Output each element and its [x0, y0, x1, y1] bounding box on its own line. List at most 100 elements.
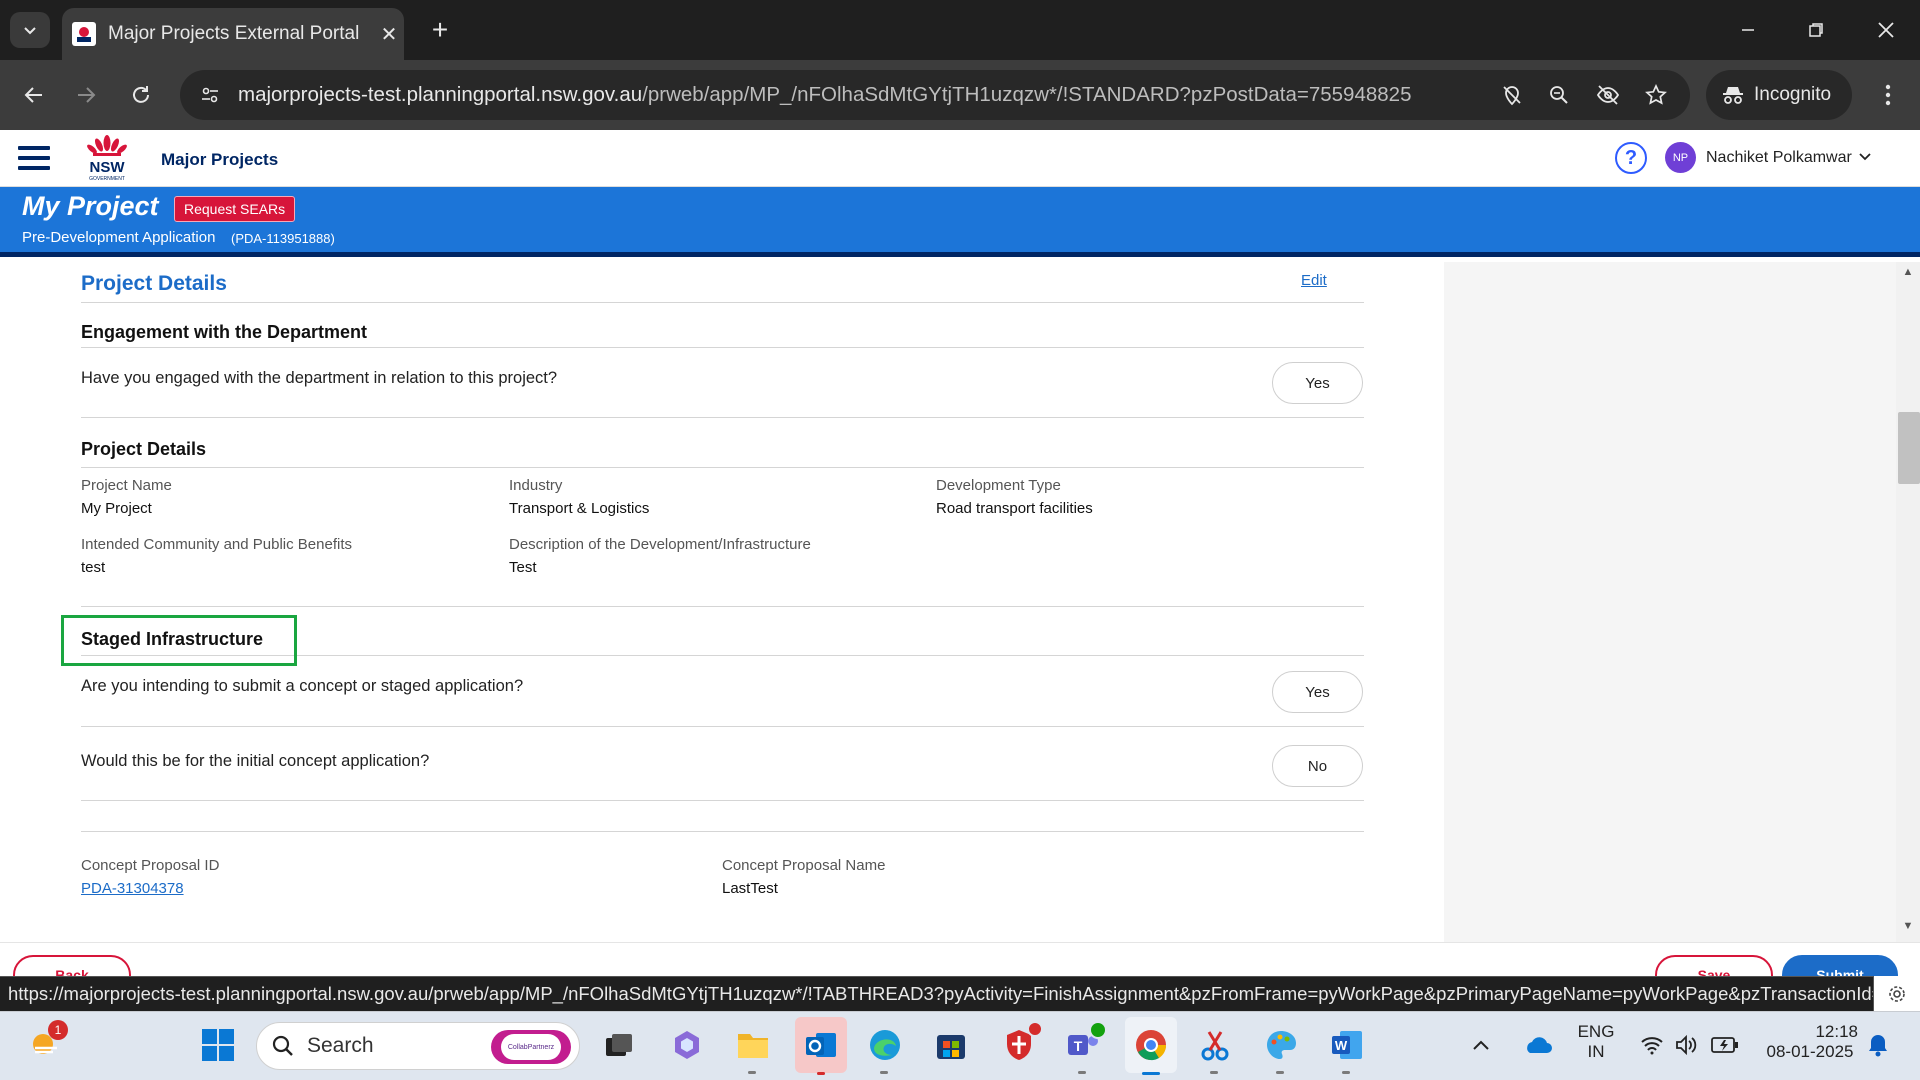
- divider: [81, 606, 1364, 607]
- arrow-right-icon: [78, 87, 96, 103]
- field-value-industry: Transport & Logistics: [509, 500, 650, 517]
- copilot-icon[interactable]: [665, 1023, 709, 1067]
- gear-icon[interactable]: [1874, 976, 1920, 1011]
- paint-icon[interactable]: [1259, 1023, 1303, 1074]
- tab-close-icon[interactable]: ✕: [374, 22, 404, 47]
- back-nav-button[interactable]: [16, 77, 52, 113]
- clock[interactable]: 12:18 08-01-2025: [1756, 1022, 1864, 1062]
- volume-icon[interactable]: [1672, 1023, 1700, 1067]
- close-window-button[interactable]: [1866, 12, 1906, 48]
- site-header: NSW GOVERNMENT Major Projects ? NP Nachi…: [0, 130, 1920, 187]
- staged-answer-2-no[interactable]: No: [1272, 745, 1363, 787]
- page-scrollbar[interactable]: [1896, 262, 1920, 942]
- user-name[interactable]: Nachiket Polkamwar: [1706, 149, 1852, 167]
- notification-bell-icon[interactable]: [1866, 1023, 1890, 1067]
- incognito-icon: [1723, 87, 1743, 104]
- hamburger-menu-icon[interactable]: [18, 146, 50, 172]
- location-off-icon[interactable]: [1494, 77, 1530, 113]
- security-shield-icon[interactable]: [997, 1021, 1043, 1067]
- application-type: Pre-Development Application: [22, 229, 216, 246]
- staged-answer-1-yes[interactable]: Yes: [1272, 671, 1363, 713]
- taskbar-search[interactable]: Search CollabPartnerz: [256, 1022, 580, 1070]
- tab-search-button[interactable]: [10, 12, 50, 48]
- wifi-icon[interactable]: [1638, 1023, 1666, 1067]
- concept-id-link[interactable]: PDA-31304378: [81, 880, 184, 897]
- divider: [81, 726, 1364, 727]
- search-badge-text: CollabPartnerz: [501, 1034, 561, 1060]
- microsoft-store-icon[interactable]: [929, 1023, 973, 1067]
- incognito-indicator[interactable]: Incognito: [1706, 70, 1852, 120]
- language-indicator[interactable]: ENG IN: [1572, 1022, 1620, 1062]
- more-vertical-icon: [1885, 84, 1891, 106]
- scroll-up-icon[interactable]: ▲: [1900, 266, 1916, 282]
- scrollbar-thumb[interactable]: [1898, 412, 1920, 484]
- nsw-government-logo[interactable]: NSW GOVERNMENT: [84, 134, 130, 184]
- restore-button[interactable]: [1796, 12, 1836, 48]
- word-icon[interactable]: W: [1325, 1023, 1369, 1074]
- tray-chevron-up-icon[interactable]: [1469, 1023, 1493, 1067]
- user-avatar[interactable]: NP: [1665, 142, 1696, 173]
- restore-icon: [1809, 23, 1823, 37]
- address-bar[interactable]: majorprojects-test.planningportal.nsw.go…: [180, 70, 1690, 120]
- minimize-button[interactable]: [1728, 12, 1768, 48]
- form-footer: Back Save Submit: [0, 942, 1920, 976]
- browser-menu-button[interactable]: [1870, 77, 1906, 113]
- windows-start-icon[interactable]: [196, 1023, 240, 1067]
- engagement-answer-yes[interactable]: Yes: [1272, 362, 1363, 404]
- application-id: (PDA-113951888): [231, 231, 335, 246]
- divider: [81, 347, 1364, 348]
- edit-link[interactable]: Edit: [1301, 272, 1327, 289]
- side-panel: [1444, 262, 1896, 942]
- project-title: My Project: [22, 191, 159, 221]
- help-icon[interactable]: ?: [1615, 142, 1647, 174]
- staged-question-1: Are you intending to submit a concept or…: [81, 677, 524, 695]
- engagement-question: Have you engaged with the department in …: [81, 369, 558, 387]
- onedrive-cloud-icon[interactable]: [1518, 1023, 1556, 1067]
- bookmark-star-icon[interactable]: [1638, 77, 1674, 113]
- site-info-icon[interactable]: [192, 77, 228, 113]
- back-button[interactable]: Back: [13, 955, 131, 976]
- save-button[interactable]: Save: [1655, 955, 1773, 976]
- reload-icon: [133, 86, 149, 103]
- divider: [81, 302, 1364, 303]
- logo-subtext: GOVERNMENT: [89, 176, 125, 182]
- minimize-icon: [1742, 29, 1754, 31]
- divider: [81, 467, 1364, 468]
- concept-id-label: Concept Proposal ID: [81, 857, 220, 874]
- status-bar-url: https://majorprojects-test.planningporta…: [0, 976, 1874, 1011]
- field-value-description: Test: [509, 559, 537, 576]
- chevron-down-icon[interactable]: [1857, 149, 1873, 165]
- tracking-off-eye-icon[interactable]: [1590, 77, 1626, 113]
- search-icon: [272, 1035, 293, 1056]
- snipping-tool-icon[interactable]: [1193, 1023, 1237, 1074]
- new-tab-button[interactable]: +: [422, 12, 458, 48]
- search-highlight-badge: CollabPartnerz: [491, 1030, 571, 1064]
- zoom-icon[interactable]: [1541, 77, 1577, 113]
- file-explorer-icon[interactable]: [731, 1023, 775, 1074]
- clock-time: 12:18: [1815, 1022, 1858, 1041]
- request-sears-button[interactable]: Request SEARs: [174, 196, 296, 222]
- status-available-icon: [1089, 1021, 1107, 1039]
- incognito-label: Incognito: [1754, 84, 1832, 105]
- browser-tab-active[interactable]: Major Projects External Portal ✕: [62, 8, 404, 60]
- submit-button[interactable]: Submit: [1782, 955, 1898, 976]
- project-details-heading: Project Details: [81, 439, 207, 459]
- outlook-icon[interactable]: [795, 1017, 847, 1075]
- scroll-down-icon[interactable]: ▼: [1900, 920, 1916, 936]
- highlight-box: [61, 615, 297, 666]
- windows-taskbar: 1 Search CollabPartnerz T W ENG IN 12:18…: [0, 1011, 1920, 1080]
- battery-charging-icon[interactable]: [1710, 1023, 1740, 1067]
- reload-button[interactable]: [123, 77, 159, 113]
- staged-question-2: Would this be for the initial concept ap…: [81, 752, 430, 770]
- forward-nav-button[interactable]: [68, 77, 104, 113]
- svg-text:T: T: [1074, 1038, 1083, 1054]
- tab-title: Major Projects External Portal: [108, 23, 360, 44]
- site-name[interactable]: Major Projects: [161, 150, 278, 170]
- field-value-project-name: My Project: [81, 500, 152, 517]
- concept-name-value: LastTest: [722, 880, 778, 897]
- task-view-icon[interactable]: [597, 1023, 641, 1067]
- edge-icon[interactable]: [863, 1023, 907, 1074]
- browser-tab-bar: Major Projects External Portal ✕ +: [0, 0, 1920, 60]
- chrome-icon[interactable]: [1125, 1017, 1177, 1075]
- teams-icon[interactable]: T: [1061, 1021, 1107, 1074]
